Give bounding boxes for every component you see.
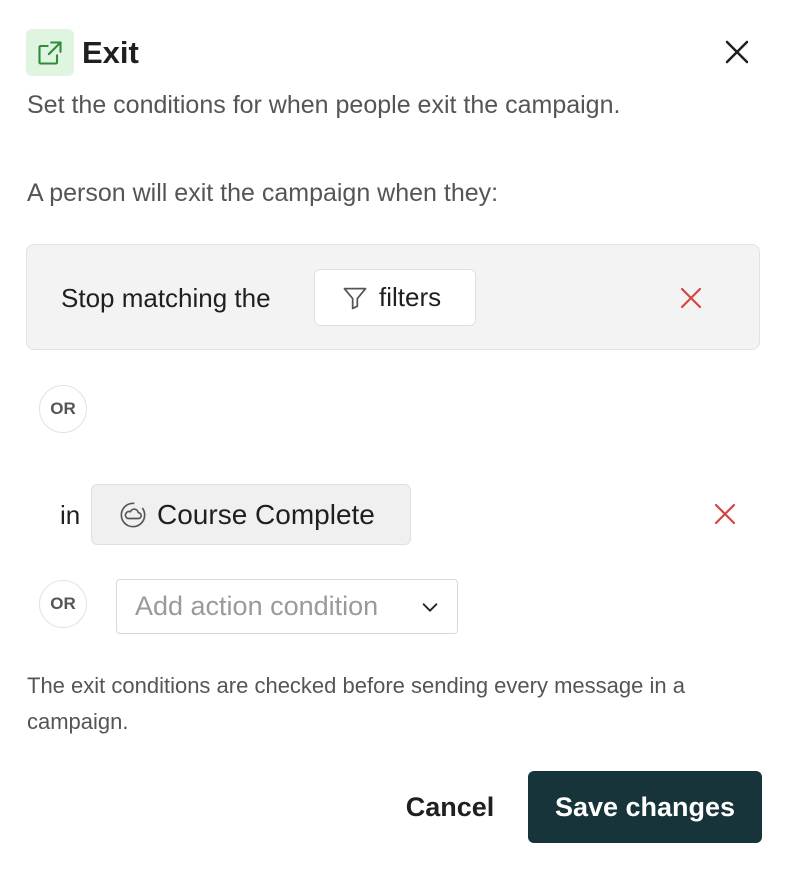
event-condition-prefix: in [60,500,81,530]
external-link-icon [38,40,62,65]
remove-x-icon [680,287,702,309]
conditions-intro-text: A person will exit the campaign when the… [27,179,499,207]
chevron-down-icon [422,602,438,612]
filters-button[interactable]: filters [314,269,476,326]
cancel-button[interactable]: Cancel [392,772,508,842]
description-text: Set the conditions for when people exit … [27,91,621,119]
close-icon [725,40,749,64]
exit-conditions-note: The exit conditions are checked before s… [27,673,685,734]
remove-event-condition-button[interactable] [708,497,742,531]
add-action-condition-select[interactable]: Add action condition [116,579,458,634]
page-title: Exit [82,35,139,70]
remove-x-icon [714,503,736,525]
event-segment-icon [120,502,146,527]
close-button[interactable] [718,33,756,71]
remove-filter-condition-button[interactable] [674,281,708,315]
or-badge: OR [39,580,87,628]
event-condition-button[interactable]: Course Complete [91,484,411,545]
event-condition-label: Course Complete [157,498,375,530]
exit-header-icon-tile [26,29,74,76]
filter-condition-prefix: Stop matching the [61,283,271,313]
or-badge: OR [39,385,87,433]
save-changes-button[interactable]: Save changes [528,771,762,843]
filter-funnel-icon [343,287,367,309]
add-action-condition-placeholder: Add action condition [135,591,379,621]
filters-button-label: filters [379,282,442,312]
